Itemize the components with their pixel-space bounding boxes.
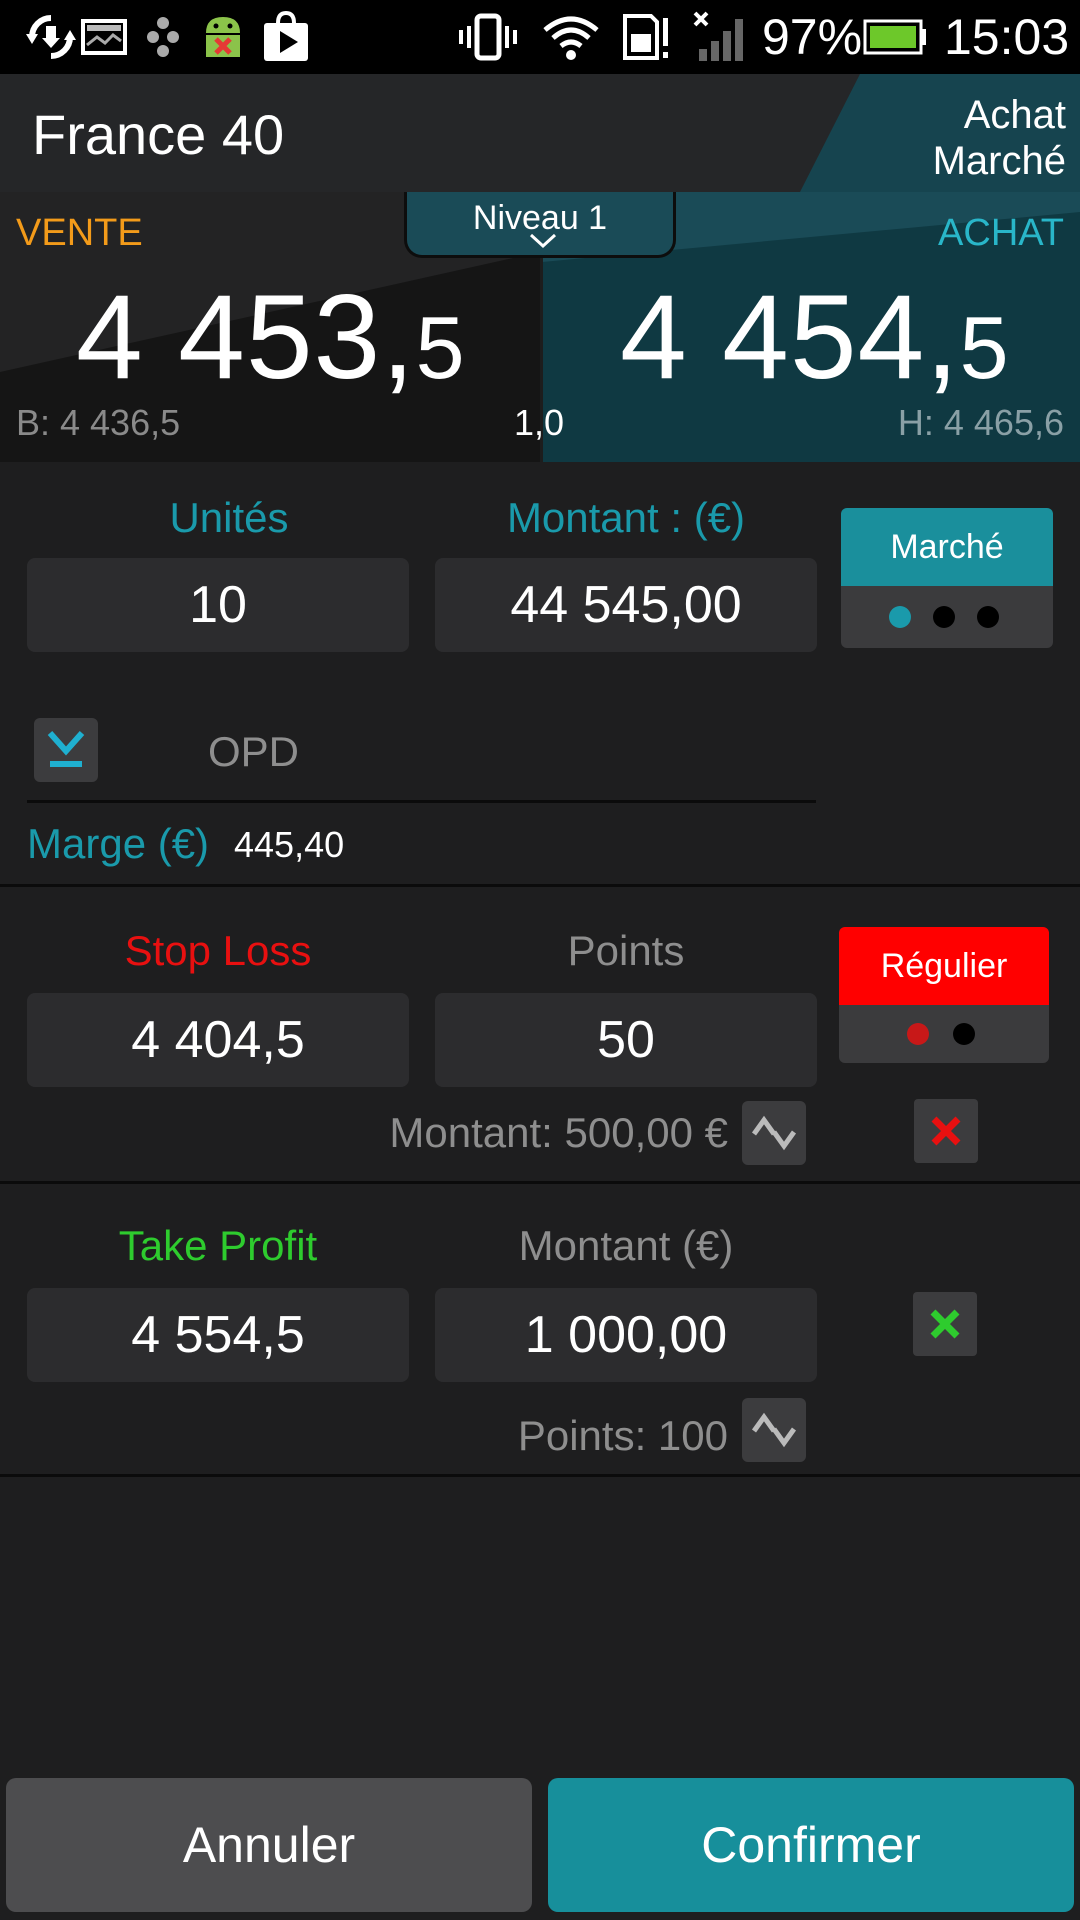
amount-input[interactable]: 44 545,00 xyxy=(435,558,817,652)
buy-label: ACHAT xyxy=(938,212,1064,254)
opd-underline xyxy=(27,800,816,803)
status-bar: 97% 15:03 xyxy=(0,0,1080,74)
profit-amount-label: Montant (€) xyxy=(518,1222,734,1269)
buy-price: 4 454,5 xyxy=(620,268,1010,406)
opd-toggle-button[interactable] xyxy=(34,718,98,782)
level-selector-tab[interactable]: Niveau 1 xyxy=(404,192,676,258)
stop-points-label: Points xyxy=(567,927,685,974)
battery-icon xyxy=(862,12,928,62)
units-label: Unités xyxy=(169,494,289,541)
pager-dot xyxy=(953,1023,975,1045)
download-arrow-icon xyxy=(47,731,85,767)
battery-percent: 97% xyxy=(762,9,863,65)
swap-arrows-icon xyxy=(751,1412,797,1448)
app-header: France 40 Achat Marché xyxy=(0,74,1080,192)
stop-type-label: Régulier xyxy=(839,927,1049,1005)
wifi-icon xyxy=(540,12,602,62)
vibrate-icon xyxy=(456,12,520,62)
gallery-icon xyxy=(80,12,128,62)
buy-price-decimal: 5 xyxy=(959,298,1010,397)
take-profit-section: Take Profit 4 554,5 Montant (€) 1 000,00… xyxy=(0,1184,1080,1474)
units-input[interactable]: 10 xyxy=(27,558,409,652)
sell-price-main: 4 453, xyxy=(76,270,416,404)
android-debug-icon xyxy=(196,12,250,62)
order-mode-type: Marché xyxy=(932,139,1066,183)
order-type-toggle[interactable]: Marché xyxy=(841,508,1053,648)
chevron-down-icon xyxy=(529,233,557,249)
opd-label: OPD xyxy=(208,728,300,775)
section-divider xyxy=(0,1474,1080,1477)
pager-dot xyxy=(933,606,955,628)
profit-amount-input[interactable]: 1 000,00 xyxy=(435,1288,817,1382)
page-title: France 40 xyxy=(32,103,285,166)
play-store-icon xyxy=(258,11,314,62)
close-icon xyxy=(931,1116,961,1146)
swap-arrows-icon xyxy=(751,1115,797,1151)
order-mode-direction: Achat xyxy=(963,93,1066,137)
stop-points-input[interactable]: 50 xyxy=(435,993,817,1087)
sim-alert-icon xyxy=(620,12,672,62)
clock: 15:03 xyxy=(944,9,1070,65)
stop-loss-input[interactable]: 4 404,5 xyxy=(27,993,409,1087)
stop-type-pager xyxy=(839,1005,1049,1063)
daily-high: H: 4 465,6 xyxy=(897,402,1064,443)
sell-price-decimal: 5 xyxy=(415,298,466,397)
stop-loss-section: Stop Loss 4 404,5 Points 50 Régulier Mon… xyxy=(0,887,1080,1181)
sync-icon xyxy=(22,12,80,62)
pager-dot-active xyxy=(889,606,911,628)
pager-dot-active xyxy=(907,1023,929,1045)
buy-price-main: 4 454, xyxy=(620,270,960,404)
order-type-label: Marché xyxy=(841,508,1053,586)
sell-price: 4 453,5 xyxy=(76,268,466,406)
stop-loss-label: Stop Loss xyxy=(124,927,312,974)
tripadvisor-icon xyxy=(140,12,186,62)
cancel-button[interactable]: Annuler xyxy=(6,1778,532,1912)
sell-label: VENTE xyxy=(16,212,143,254)
remove-stop-loss-button[interactable] xyxy=(914,1099,978,1163)
close-icon xyxy=(930,1309,960,1339)
stop-amount-text: Montant: 500,00 € xyxy=(389,1109,728,1156)
confirm-button[interactable]: Confirmer xyxy=(548,1778,1074,1912)
order-section: Unités 10 Montant : (€) 44 545,00 Marché… xyxy=(0,462,1080,886)
margin-label: Marge (€) xyxy=(27,820,210,867)
amount-label: Montant : (€) xyxy=(506,494,746,541)
take-profit-input[interactable]: 4 554,5 xyxy=(27,1288,409,1382)
order-mode-indicator[interactable]: Achat Marché xyxy=(800,74,1080,192)
daily-low: B: 4 436,5 xyxy=(16,402,181,443)
margin-value: 445,40 xyxy=(234,824,345,865)
take-profit-label: Take Profit xyxy=(118,1222,318,1269)
spread-value: 1,0 xyxy=(514,402,565,443)
stop-type-toggle[interactable]: Régulier xyxy=(839,927,1049,1063)
signal-icon xyxy=(690,11,752,62)
remove-take-profit-button[interactable] xyxy=(913,1292,977,1356)
pager-dot xyxy=(977,606,999,628)
profit-swap-button[interactable] xyxy=(742,1398,806,1462)
order-type-pager xyxy=(841,586,1053,648)
profit-points-text: Points: 100 xyxy=(517,1412,728,1459)
stop-swap-button[interactable] xyxy=(742,1101,806,1165)
